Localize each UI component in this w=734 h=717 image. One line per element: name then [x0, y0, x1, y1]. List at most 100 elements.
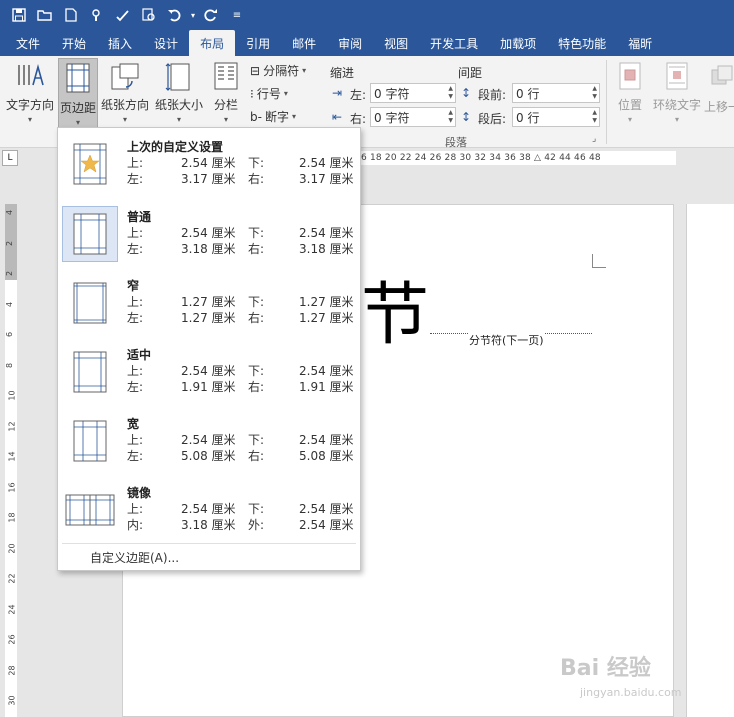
print-preview-icon[interactable]	[136, 3, 162, 27]
spinner-arrows-icon[interactable]: ▲ ▼	[448, 109, 453, 125]
quick-access-toolbar: ▾ ≡	[0, 0, 734, 30]
margin-preview-icon	[62, 344, 118, 400]
line-numbers-icon: ⁝	[250, 86, 254, 101]
wrap-text-icon	[659, 58, 695, 94]
tab-selector[interactable]: L	[2, 150, 18, 166]
margins-icon	[60, 59, 96, 97]
tab-developer[interactable]: 开发工具	[419, 30, 489, 56]
vertical-ruler-number: 4	[5, 301, 15, 307]
tab-insert[interactable]: 插入	[97, 30, 143, 56]
margin-preview-icon	[62, 413, 118, 469]
section-break-label: 分节符(下一页)	[468, 332, 545, 348]
chevron-down-icon: ▾	[674, 115, 679, 124]
margins-button[interactable]: 页边距 ▾	[58, 58, 98, 130]
vertical-ruler-number: 26	[7, 634, 17, 645]
spelling-icon[interactable]	[110, 3, 136, 27]
breaks-button[interactable]: ⊟ 分隔符 ▾	[250, 62, 306, 79]
open-icon[interactable]	[32, 3, 58, 27]
redo-icon[interactable]	[198, 3, 224, 27]
bring-forward-icon	[704, 58, 734, 96]
vertical-ruler-number: 10	[7, 390, 17, 401]
columns-button[interactable]: 分栏 ▾	[208, 58, 244, 124]
vertical-ruler-number: 16	[7, 481, 17, 493]
save-icon[interactable]	[6, 3, 32, 27]
indent-left-field[interactable]: 0 字符 ▲ ▼	[370, 83, 456, 103]
vertical-ruler-number: 6	[5, 331, 15, 338]
vertical-ruler-number: 8	[5, 362, 15, 368]
columns-icon	[208, 58, 244, 94]
vertical-ruler-number: 18	[7, 512, 17, 523]
margin-option-narrow[interactable]: 窄 上: 1.27 厘米 下: 1.27 厘米 左: 1.27 厘米 右: 1.27 厘米	[58, 271, 360, 339]
indent-label: 缩进	[330, 66, 355, 80]
orientation-button[interactable]: 纸张方向 ▾	[100, 58, 150, 124]
vertical-ruler-number: 2	[5, 240, 15, 246]
text-direction-button[interactable]: 文字方向 ▾	[4, 58, 56, 124]
page-size-icon	[161, 58, 197, 94]
undo-icon[interactable]	[162, 3, 188, 27]
tab-design[interactable]: 设计	[143, 30, 189, 56]
tab-layout[interactable]: 布局	[189, 30, 236, 56]
group-divider	[606, 60, 607, 144]
margins-dropdown: 上次的自定义设置 上: 2.54 厘米 下: 2.54 厘米 左: 3.17 厘米 右: 3…	[57, 127, 361, 571]
vertical-ruler-number: 24	[7, 603, 17, 615]
chevron-down-icon[interactable]: ▾	[188, 3, 198, 27]
vertical-ruler-number: 12	[7, 420, 17, 432]
tab-features[interactable]: 特色功能	[547, 30, 617, 56]
hyphenation-button[interactable]: b- 断字 ▾	[250, 108, 296, 125]
spinner-arrows-icon[interactable]: ▲ ▼	[592, 109, 597, 125]
indent-right-icon: ⇤	[332, 110, 343, 124]
wrap-text-button[interactable]: 环绕文字 ▾	[652, 58, 702, 124]
tab-references[interactable]: 引用	[235, 30, 281, 56]
custom-margins-item[interactable]: 自定义边距(A)...	[90, 549, 179, 566]
tab-view[interactable]: 视图	[373, 30, 419, 56]
watermark-url: jingyan.baidu.com	[580, 686, 682, 699]
tab-mailings[interactable]: 邮件	[281, 30, 327, 56]
spacing-before-field[interactable]: 0 行 ▲ ▼	[512, 83, 600, 103]
tab-home[interactable]: 开始	[51, 30, 97, 56]
margin-preview-icon	[62, 275, 118, 331]
margin-option-moderate[interactable]: 适中 上: 2.54 厘米 下: 2.54 厘米 左: 1.91 厘米 右: 1.91 厘米	[58, 340, 360, 408]
spacing-after-field[interactable]: 0 行 ▲ ▼	[512, 107, 600, 127]
vertical-ruler-number: 2	[5, 270, 15, 277]
spacing-before-icon: ↕	[461, 86, 472, 100]
watermark-logo: Bai 经验	[560, 656, 651, 681]
bring-forward-button[interactable]: 上移一	[704, 58, 734, 124]
tab-foxit[interactable]: 福昕	[617, 30, 663, 56]
margin-option-normal[interactable]: 普通 上: 2.54 厘米 下: 2.54 厘米 左: 3.18 厘米 右: 3.18 厘米	[58, 202, 360, 270]
ribbon-tabs: 文件 开始 插入 设计 布局 引用 邮件 审阅 视图 开发工具 加载项 特色功能…	[0, 30, 734, 56]
indent-left-icon: ⇥	[332, 86, 343, 100]
new-icon[interactable]	[58, 3, 84, 27]
hyphenation-icon: b-	[250, 109, 262, 124]
indent-left-label: 左:	[350, 88, 367, 102]
vertical-ruler-number: 4	[5, 209, 15, 216]
breaks-icon: ⊟	[250, 63, 261, 78]
document-page-next[interactable]	[686, 204, 734, 717]
touch-mode-icon[interactable]	[84, 3, 110, 27]
position-button[interactable]: 位置 ▾	[612, 58, 648, 124]
margin-preview-icon	[62, 136, 118, 192]
vertical-ruler-number: 14	[7, 451, 17, 462]
menu-divider	[62, 543, 356, 544]
orientation-icon	[107, 58, 143, 94]
vertical-ruler-number: 20	[7, 542, 17, 554]
indent-right-field[interactable]: 0 字符 ▲ ▼	[370, 107, 456, 127]
chevron-down-icon: ▾	[176, 115, 181, 124]
chevron-down-icon: ▾	[223, 115, 228, 124]
margin-preview-icon	[62, 206, 118, 262]
position-icon	[612, 58, 648, 94]
chevron-down-icon: ▾	[122, 115, 127, 124]
tab-addins[interactable]: 加载项	[489, 30, 547, 56]
margin-option-mirrored[interactable]: 镜像 上: 2.54 厘米 下: 2.54 厘米 内: 3.18 厘米 外: 2.54 厘米	[58, 478, 360, 546]
dialog-launcher-icon[interactable]: ⌟	[592, 134, 596, 144]
chevron-down-icon: ▾	[627, 115, 632, 124]
spinner-arrows-icon[interactable]: ▲ ▼	[448, 85, 453, 101]
margin-option-wide[interactable]: 宽 上: 2.54 厘米 下: 2.54 厘米 左: 5.08 厘米 右: 5.08 厘米	[58, 409, 360, 477]
tab-file[interactable]: 文件	[0, 30, 51, 56]
tab-review[interactable]: 审阅	[327, 30, 373, 56]
line-numbers-button[interactable]: ⁝ 行号 ▾	[250, 85, 288, 102]
document-text[interactable]: 节	[361, 276, 429, 356]
customize-icon[interactable]: ≡	[224, 3, 250, 27]
spinner-arrows-icon[interactable]: ▲ ▼	[592, 85, 597, 101]
margin-option-last-custom[interactable]: 上次的自定义设置 上: 2.54 厘米 下: 2.54 厘米 左: 3.17 厘米 右: 3…	[58, 132, 360, 200]
size-button[interactable]: 纸张大小 ▾	[154, 58, 204, 124]
